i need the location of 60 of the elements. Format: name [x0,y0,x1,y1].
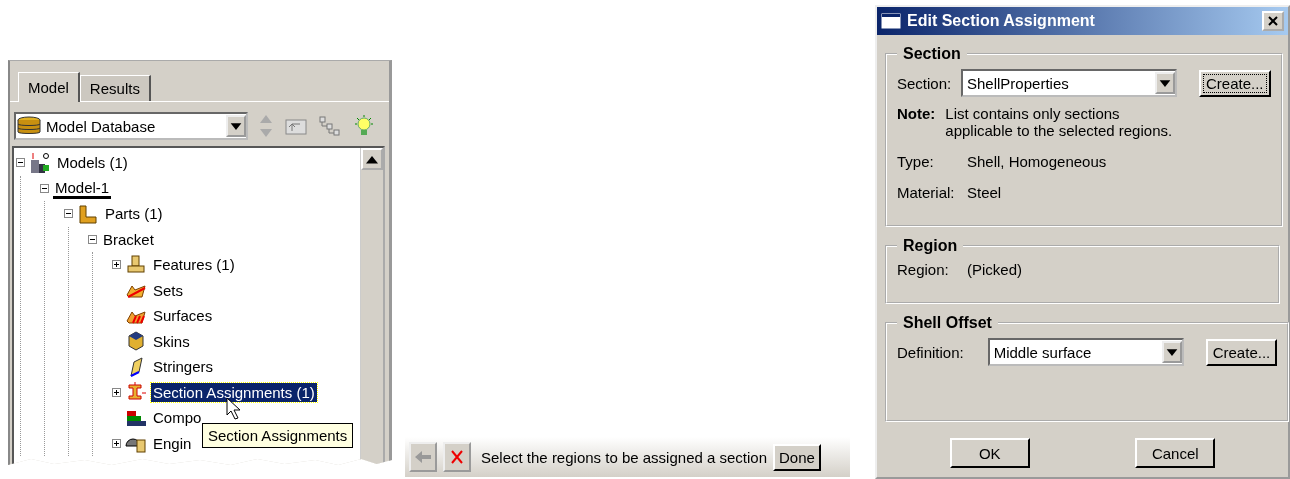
group-title: Region [902,237,959,255]
database-icon [16,115,42,137]
note-text: List contains only sections applicable to the selected regions. [945,105,1174,139]
tree-item[interactable]: Models (1) [55,153,130,173]
cancel-button[interactable] [443,442,471,472]
cube-icon [125,330,147,353]
create-button[interactable]: Create... [1199,69,1271,97]
folder-up-icon [284,116,308,136]
database-dropdown[interactable]: Model Database [14,112,248,140]
field-value: (Picked) [967,261,1022,278]
tree-item[interactable]: Sets [151,280,185,300]
tree-item[interactable]: Features (1) [151,255,237,275]
expand-icon[interactable] [112,438,121,448]
tree-item[interactable]: Bracket [101,229,156,249]
light-bulb-icon [352,114,376,138]
left-arrow-icon [414,450,432,464]
up-down-arrows-icon [258,113,274,139]
tooltip: Section Assignments [202,423,354,448]
tree-item[interactable]: Engin [151,433,194,453]
field-label: Section: [897,74,953,92]
close-button[interactable] [1262,11,1284,31]
tree-item[interactable]: Compo [151,408,204,428]
expand-icon[interactable] [112,260,121,270]
field-label: Region: [897,261,950,278]
tab[interactable]: Results [79,75,151,101]
models-icon [29,151,51,174]
collapse-icon[interactable] [64,209,73,219]
expand-icon[interactable] [112,387,121,397]
field-label: Material: [897,184,956,201]
tree-item[interactable]: Section Assignments (1) [151,382,317,402]
close-icon [1268,16,1278,26]
tree-item[interactable]: Stringers [151,357,216,377]
window-icon [881,13,901,29]
tree-item[interactable]: Parts (1) [103,204,165,224]
window-title: Edit Section Assignment [907,12,1096,30]
field-value: Shell, Homogeneous [967,153,1107,170]
tree-item[interactable]: Model-1 [53,177,112,199]
dialog-button[interactable]: OK [949,438,1030,468]
note-label: Note: [897,105,936,124]
collapse-icon[interactable] [88,234,97,244]
collapse-icon[interactable] [16,158,25,168]
hierarchy-icon [318,115,342,137]
group-title: Section [902,45,962,63]
tree-item[interactable]: Skins [151,331,192,351]
dialog-button[interactable]: Cancel [1135,438,1216,468]
bracket-part-icon [77,202,99,225]
create-button[interactable]: Create... [1205,338,1278,366]
done-button[interactable]: Done [773,443,821,471]
dropdown-field[interactable]: Middle surface [987,338,1184,366]
prompt-text: Select the regions to be assigned a section [481,448,768,466]
tree-item[interactable]: Surfaces [151,306,215,326]
close-icon [450,449,464,465]
feature-block-icon [125,253,147,276]
group-title: Shell Offset [902,314,993,332]
collapse-icon[interactable] [40,183,49,193]
field-value: Steel [967,184,1002,201]
field-label: Definition: [897,343,964,361]
dropdown-field[interactable]: ShellProperties [961,69,1177,97]
field-label: Type: [897,153,935,170]
tab[interactable]: Model [18,72,80,102]
